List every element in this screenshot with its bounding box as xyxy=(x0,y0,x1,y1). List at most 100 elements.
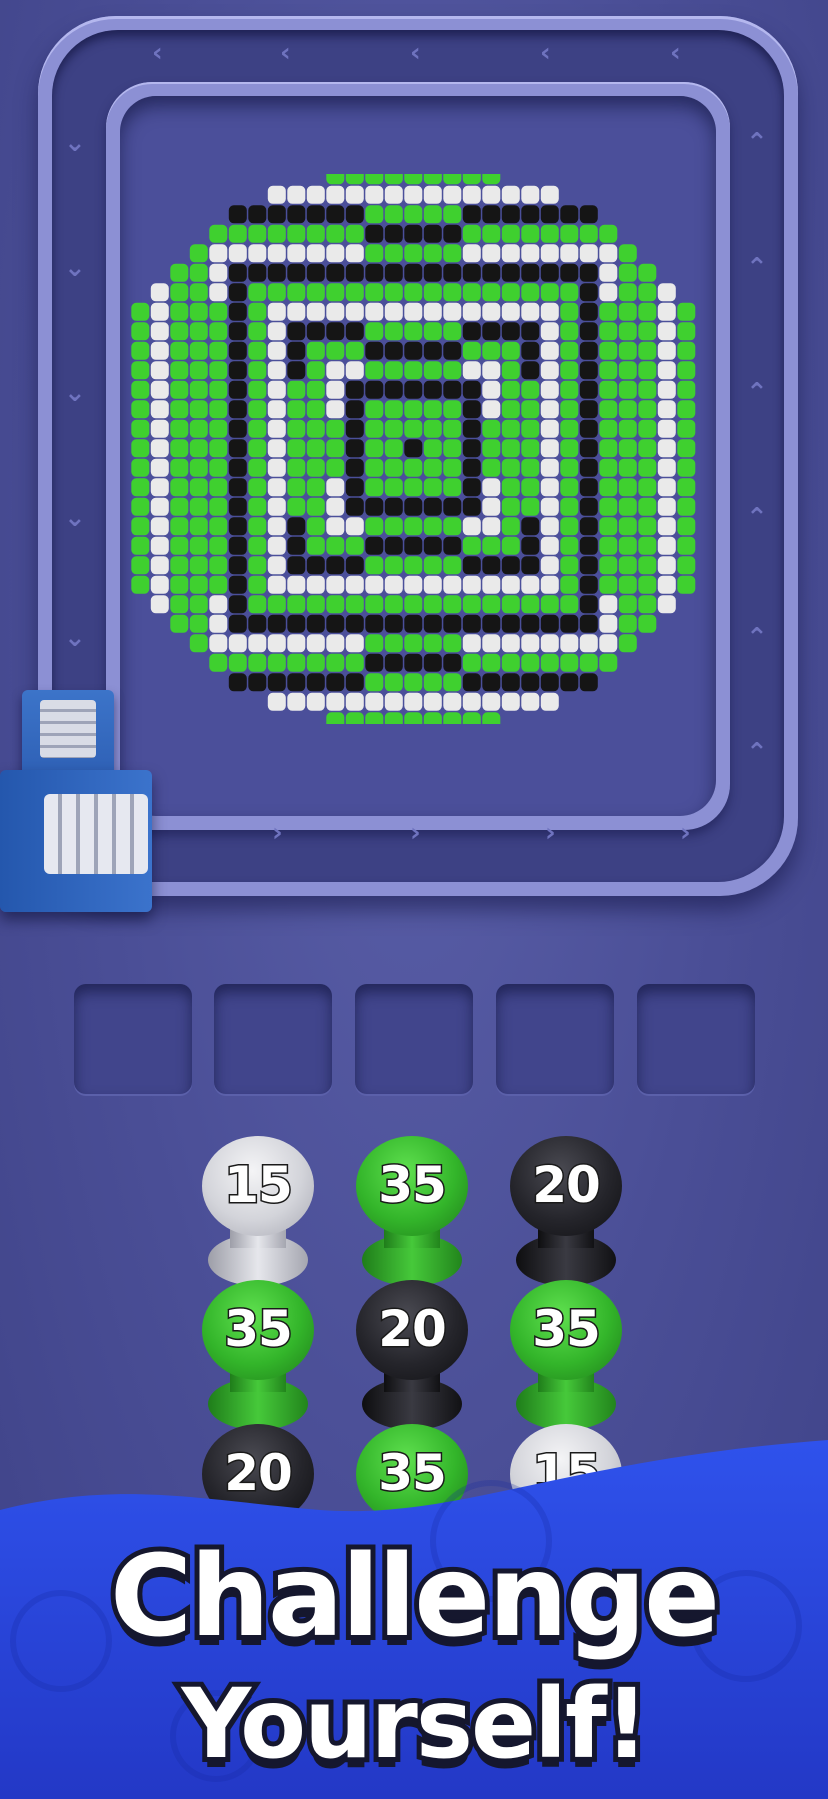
conveyor-arrow-icon: ⌄ xyxy=(64,378,86,408)
pixel-bead xyxy=(501,653,520,672)
pixel-bead xyxy=(462,712,481,724)
pixel-bead xyxy=(677,322,696,341)
spool[interactable]: 35 xyxy=(510,1280,622,1430)
pixel-bead xyxy=(423,185,442,204)
pixel-bead xyxy=(443,185,462,204)
pixel-bead xyxy=(404,244,423,263)
spool[interactable]: 20 xyxy=(356,1280,468,1430)
feeder-rollers xyxy=(44,794,148,874)
pixel-bead xyxy=(579,536,598,555)
pixel-bead xyxy=(638,556,657,575)
pixel-bead xyxy=(287,478,306,497)
pixel-bead xyxy=(423,361,442,380)
pixel-bead xyxy=(189,478,208,497)
pixel-bead xyxy=(209,361,228,380)
pixel-bead xyxy=(365,497,384,516)
pixel-bead xyxy=(443,419,462,438)
pixel-bead xyxy=(209,322,228,341)
pixel-bead xyxy=(228,556,247,575)
pixel-bead xyxy=(560,400,579,419)
pixel-bead xyxy=(228,478,247,497)
pixel-bead xyxy=(560,205,579,224)
pixel-bead xyxy=(540,263,559,282)
pixel-bead xyxy=(677,419,696,438)
pixel-bead xyxy=(326,634,345,653)
pixel-bead xyxy=(657,322,676,341)
pixel-bead xyxy=(443,595,462,614)
pixel-bead xyxy=(462,439,481,458)
pixel-bead xyxy=(618,517,637,536)
pixel-bead xyxy=(423,556,442,575)
holding-slot[interactable] xyxy=(214,984,332,1094)
pixel-bead xyxy=(423,692,442,711)
pixel-bead xyxy=(248,244,267,263)
pixel-bead xyxy=(540,380,559,399)
pixel-bead xyxy=(423,322,442,341)
pixel-bead xyxy=(521,673,540,692)
spool[interactable]: 15 xyxy=(202,1136,314,1286)
pixel-bead xyxy=(209,439,228,458)
pixel-bead xyxy=(482,400,501,419)
holding-slot[interactable] xyxy=(496,984,614,1094)
pixel-bead xyxy=(521,692,540,711)
pixel-art-target xyxy=(131,174,696,724)
spool[interactable]: 35 xyxy=(356,1136,468,1286)
pixel-bead xyxy=(326,478,345,497)
pixel-bead xyxy=(209,263,228,282)
pixel-bead xyxy=(579,673,598,692)
conveyor-arrow-icon: ⌄ xyxy=(64,128,86,158)
pixel-bead xyxy=(365,634,384,653)
pixel-bead xyxy=(579,595,598,614)
pixel-bead xyxy=(404,497,423,516)
pixel-bead xyxy=(384,341,403,360)
pixel-bead xyxy=(326,263,345,282)
pixel-bead xyxy=(248,439,267,458)
pixel-bead xyxy=(482,712,501,724)
pixel-bead xyxy=(131,458,150,477)
holding-slot[interactable] xyxy=(74,984,192,1094)
spool[interactable]: 35 xyxy=(202,1280,314,1430)
pixel-bead xyxy=(306,361,325,380)
pixel-bead xyxy=(638,458,657,477)
pixel-bead xyxy=(306,322,325,341)
pixel-bead xyxy=(189,361,208,380)
pixel-bead xyxy=(267,302,286,321)
pixel-bead xyxy=(209,302,228,321)
pixel-bead xyxy=(287,244,306,263)
pixel-bead xyxy=(365,673,384,692)
holding-slot[interactable] xyxy=(355,984,473,1094)
pixel-bead xyxy=(209,380,228,399)
conveyor-arrow-icon: › xyxy=(410,818,421,848)
pixel-bead xyxy=(248,575,267,594)
pixel-bead xyxy=(306,400,325,419)
pixel-bead xyxy=(170,263,189,282)
pixel-bead xyxy=(384,380,403,399)
pixel-bead xyxy=(345,575,364,594)
pixel-bead xyxy=(170,380,189,399)
pixel-bead xyxy=(248,614,267,633)
pixel-bead xyxy=(248,224,267,243)
spool[interactable]: 20 xyxy=(510,1136,622,1286)
pixel-bead xyxy=(267,400,286,419)
pixel-bead xyxy=(326,556,345,575)
conveyor-arrow-icon: ‹ xyxy=(280,38,291,68)
pixel-bead xyxy=(482,322,501,341)
pixel-bead xyxy=(248,205,267,224)
pixel-bead xyxy=(170,322,189,341)
pixel-bead xyxy=(150,556,169,575)
pixel-bead xyxy=(638,595,657,614)
holding-slot[interactable] xyxy=(637,984,755,1094)
pixel-bead xyxy=(423,614,442,633)
pixel-bead xyxy=(462,302,481,321)
pixel-bead xyxy=(462,653,481,672)
pixel-bead xyxy=(423,302,442,321)
pixel-bead xyxy=(423,400,442,419)
pixel-bead xyxy=(521,497,540,516)
pixel-bead xyxy=(189,556,208,575)
pixel-bead xyxy=(287,497,306,516)
pixel-bead xyxy=(209,458,228,477)
conveyor-arrow-icon: ⌃ xyxy=(746,128,768,158)
pixel-bead xyxy=(404,478,423,497)
pixel-bead xyxy=(228,205,247,224)
pixel-bead xyxy=(287,439,306,458)
